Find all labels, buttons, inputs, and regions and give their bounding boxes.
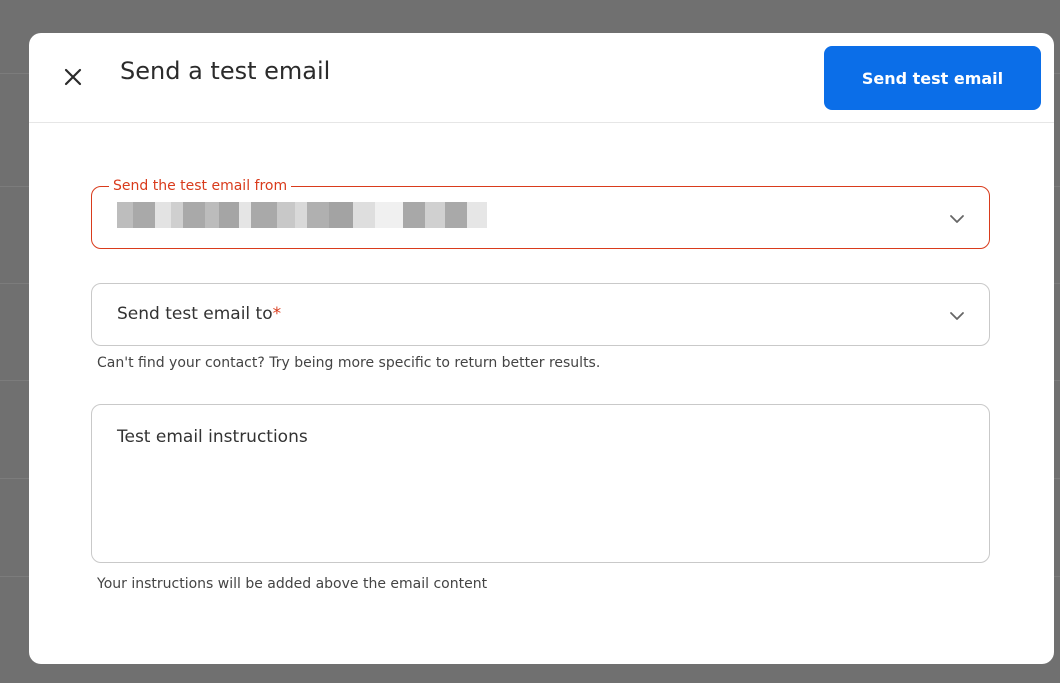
chevron-down-icon[interactable] xyxy=(947,209,967,229)
from-field-label: Send the test email from xyxy=(109,177,292,195)
instructions-helper-text: Your instructions will be added above th… xyxy=(97,576,488,592)
recipient-select[interactable]: Send test email to* xyxy=(91,283,990,346)
send-test-email-dialog: Send a test email Send test email Send t… xyxy=(29,33,1054,664)
dialog-header: Send a test email Send test email xyxy=(29,33,1054,123)
chevron-down-icon[interactable] xyxy=(947,306,967,326)
close-icon xyxy=(64,68,82,86)
required-marker: * xyxy=(272,304,282,324)
redacted-sender-address xyxy=(117,202,487,228)
instructions-placeholder: Test email instructions xyxy=(117,427,308,447)
recipient-helper-text: Can't find your contact? Try being more … xyxy=(97,355,601,371)
send-test-email-button[interactable]: Send test email xyxy=(824,46,1041,110)
from-select[interactable]: Send the test email from xyxy=(91,177,990,249)
dialog-title: Send a test email xyxy=(120,57,331,85)
instructions-textarea[interactable]: Test email instructions xyxy=(91,404,990,563)
recipient-placeholder: Send test email to* xyxy=(117,304,282,324)
close-button[interactable] xyxy=(57,61,89,93)
